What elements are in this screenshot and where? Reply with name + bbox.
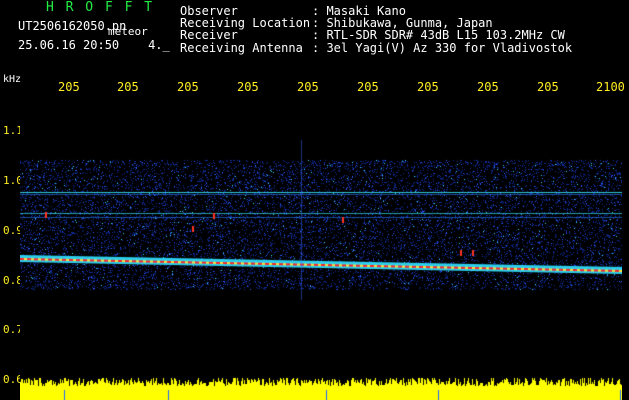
value-antenna: : 3el Yagi(V) Az 330 for Vladivostok	[312, 40, 573, 55]
x-tick-label: 2100	[596, 80, 625, 94]
app-logo: H R O F F T	[46, 0, 155, 15]
x-tick-label: 205	[537, 80, 559, 94]
label-antenna: Receiving Antenna	[180, 40, 303, 55]
count: 4._	[148, 38, 170, 52]
waterfall-spectrogram	[20, 100, 622, 385]
datetime: 25.06.16 20:50	[18, 38, 120, 52]
y-unit-label: kHz	[3, 74, 22, 85]
field-values: : Masaki Kano : Shibukawa, Gunma, Japan …	[312, 5, 572, 54]
spectrum-bar	[20, 376, 622, 400]
meteor-label: meteor	[108, 25, 148, 38]
x-tick-label: 205	[58, 80, 80, 94]
datetime-line: 25.06.16 20:50 4._	[18, 39, 170, 51]
x-tick-label: 205	[117, 80, 139, 94]
x-tick-label: 205	[177, 80, 199, 94]
field-labels: Observer Receiving Location Receiver Rec…	[180, 5, 310, 54]
x-tick-label: 205	[417, 80, 439, 94]
x-tick-label: 205	[237, 80, 259, 94]
x-tick-label: 205	[357, 80, 379, 94]
x-tick-label: 205	[477, 80, 499, 94]
x-tick-label: 205	[297, 80, 319, 94]
